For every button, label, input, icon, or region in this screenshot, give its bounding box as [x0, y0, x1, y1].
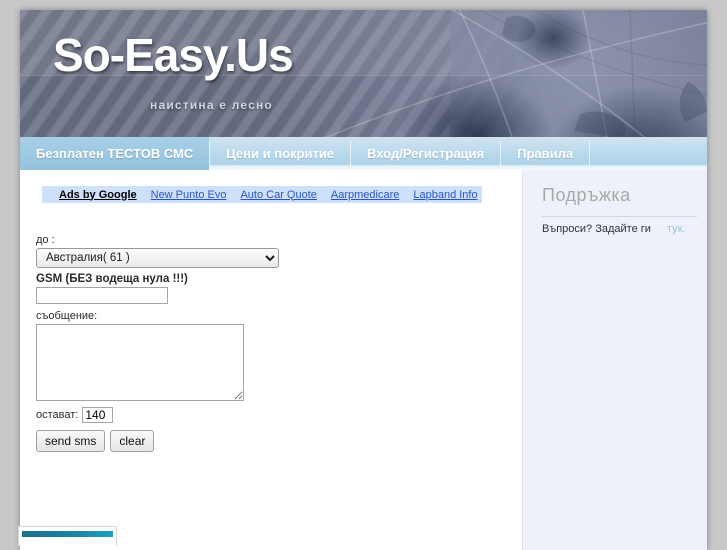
sidebar-divider: [542, 216, 697, 217]
send-sms-button[interactable]: send sms: [36, 430, 106, 452]
nav-item-label: Правила: [517, 146, 574, 161]
bottom-widget-teal-bar: [22, 531, 113, 537]
ad-link-2[interactable]: Auto Car Quote: [240, 189, 316, 201]
gsm-number-input[interactable]: [36, 287, 168, 304]
clear-button[interactable]: clear: [110, 430, 155, 452]
sidebar-title: Подръжка: [542, 185, 631, 205]
ad-link-3[interactable]: Aarpmedicare: [331, 189, 399, 201]
site-header: So-Easy.Us наистина е лесно: [20, 10, 707, 137]
message-label: съобщение:: [36, 310, 98, 322]
sidebar-column: Подръжка Въпроси? Задайте ги тук.: [522, 170, 707, 550]
nav-item-free-test-sms[interactable]: Безплатен ТЕСТОВ СМС: [20, 137, 210, 170]
nav-item-label: Цени и покритие: [226, 146, 335, 161]
country-select[interactable]: Австралия( 61 ): [36, 248, 279, 268]
recipient-label: до :: [36, 234, 55, 246]
nav-item-login-register[interactable]: Вход/Регистрация: [351, 137, 500, 170]
google-ads-bar: Ads by Google New Punto Evo Auto Car Quo…: [42, 186, 482, 203]
sms-form: до : Австралия( 61 ) GSM (БЕЗ водеща нул…: [36, 234, 456, 452]
nav-item-rules[interactable]: Правила: [501, 137, 589, 170]
sidebar-question-label: Въпроси? Задайте ги: [542, 223, 651, 235]
ad-link-4[interactable]: Lapband Info: [413, 189, 477, 201]
nav-item-prices-coverage[interactable]: Цени и покритие: [210, 137, 350, 170]
sidebar-here-link[interactable]: тук.: [667, 223, 686, 235]
characters-remaining-input[interactable]: [82, 407, 114, 423]
characters-remaining-row: остават:: [36, 407, 456, 423]
characters-remaining-label: остават:: [36, 409, 79, 421]
site-tagline: наистина е лесно: [150, 98, 273, 112]
nav-separator: [589, 141, 591, 166]
site-logo: So-Easy.Us: [53, 29, 294, 81]
nav-item-label: Вход/Регистрация: [367, 146, 485, 161]
ads-by-google-label[interactable]: Ads by Google: [42, 189, 137, 201]
gsm-label: GSM (БЕЗ водеща нула !!!): [36, 273, 188, 285]
main-navigation: Безплатен ТЕСТОВ СМС Цени и покритие Вхо…: [20, 137, 707, 170]
sidebar-support-text: Въпроси? Задайте ги тук.: [542, 223, 685, 235]
message-textarea[interactable]: [36, 324, 244, 401]
form-buttons: send sms clear: [36, 430, 456, 452]
bottom-widget-partial[interactable]: [18, 526, 117, 546]
nav-item-label: Безплатен ТЕСТОВ СМС: [36, 146, 194, 161]
ad-link-1[interactable]: New Punto Evo: [151, 189, 227, 201]
